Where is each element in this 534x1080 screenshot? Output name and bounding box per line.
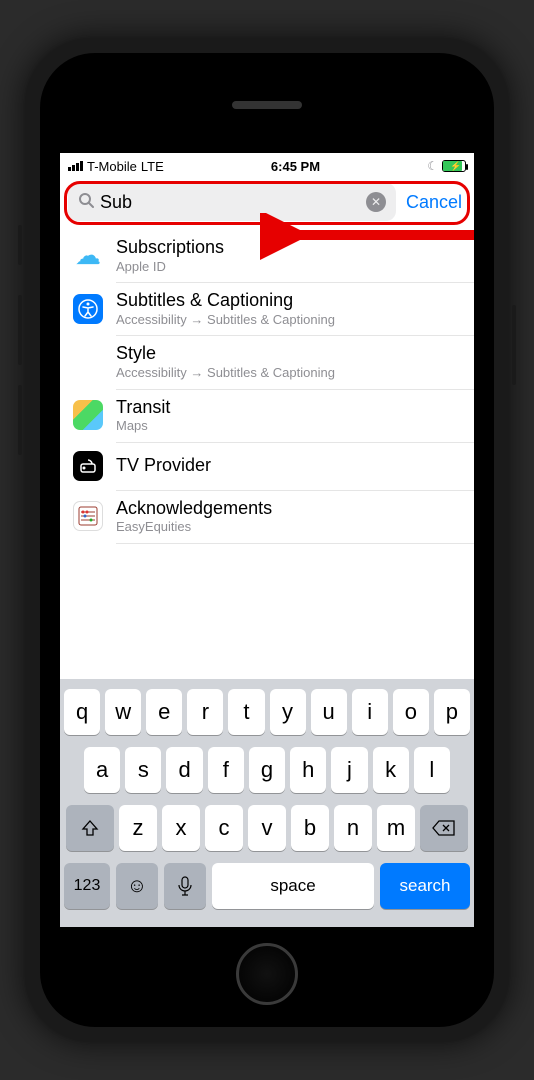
result-transit[interactable]: Transit Maps	[60, 389, 474, 442]
key-h[interactable]: h	[290, 747, 326, 793]
key-space[interactable]: space	[212, 863, 374, 909]
shift-icon	[80, 818, 100, 838]
phone-speaker	[232, 101, 302, 109]
key-search[interactable]: search	[380, 863, 470, 909]
battery-icon: ⚡	[442, 160, 466, 172]
do-not-disturb-icon: ☾	[427, 159, 438, 173]
cloud-icon: ☁	[75, 240, 101, 271]
result-subtitle: Accessibility → Subtitles & Captioning	[116, 312, 335, 328]
result-title: Transit	[116, 397, 170, 419]
key-d[interactable]: d	[166, 747, 202, 793]
result-acknowledgements[interactable]: Acknowledgements EasyEquities	[60, 490, 474, 543]
key-e[interactable]: e	[146, 689, 182, 735]
key-m[interactable]: m	[377, 805, 415, 851]
home-button[interactable]	[236, 943, 298, 1005]
key-shift[interactable]	[66, 805, 114, 851]
key-b[interactable]: b	[291, 805, 329, 851]
key-q[interactable]: q	[64, 689, 100, 735]
key-p[interactable]: p	[434, 689, 470, 735]
result-title: Style	[116, 343, 335, 365]
key-n[interactable]: n	[334, 805, 372, 851]
tv-provider-icon	[73, 451, 103, 481]
result-subscriptions[interactable]: ☁ Subscriptions Apple ID	[60, 229, 474, 282]
keyboard-row-2: a s d f g h j k l	[64, 747, 470, 793]
accessibility-icon	[73, 294, 103, 324]
key-o[interactable]: o	[393, 689, 429, 735]
key-r[interactable]: r	[187, 689, 223, 735]
key-c[interactable]: c	[205, 805, 243, 851]
result-subtitle: Maps	[116, 418, 170, 434]
key-j[interactable]: j	[331, 747, 367, 793]
emoji-icon: ☺	[127, 875, 147, 898]
status-bar: T-Mobile LTE 6:45 PM ☾ ⚡	[60, 153, 474, 179]
key-t[interactable]: t	[228, 689, 264, 735]
result-subtitle: Apple ID	[116, 259, 224, 275]
key-l[interactable]: l	[414, 747, 450, 793]
abacus-icon	[73, 501, 103, 531]
result-title: TV Provider	[116, 455, 211, 477]
search-field[interactable]: ✕	[68, 183, 396, 221]
clear-icon[interactable]: ✕	[366, 192, 386, 212]
key-z[interactable]: z	[119, 805, 157, 851]
network-label: LTE	[141, 159, 164, 174]
result-subtitles-captioning[interactable]: Subtitles & Captioning Accessibility → S…	[60, 282, 474, 335]
cancel-button[interactable]: Cancel	[402, 192, 466, 213]
signal-icon	[68, 161, 83, 171]
clock: 6:45 PM	[271, 159, 320, 174]
keyboard-row-1: q w e r t y u i o p	[64, 689, 470, 735]
key-a[interactable]: a	[84, 747, 120, 793]
carrier-label: T-Mobile	[87, 159, 137, 174]
key-g[interactable]: g	[249, 747, 285, 793]
maps-icon	[73, 400, 103, 430]
key-i[interactable]: i	[352, 689, 388, 735]
key-f[interactable]: f	[208, 747, 244, 793]
keyboard: q w e r t y u i o p a s d f g h	[60, 679, 474, 927]
result-title: Subscriptions	[116, 237, 224, 259]
search-bar-container: ✕ Cancel	[60, 179, 474, 229]
result-title: Acknowledgements	[116, 498, 272, 520]
key-mic[interactable]	[164, 863, 206, 909]
mic-icon	[178, 876, 192, 896]
key-k[interactable]: k	[373, 747, 409, 793]
result-subtitle: EasyEquities	[116, 519, 272, 535]
search-icon	[78, 192, 94, 213]
key-u[interactable]: u	[311, 689, 347, 735]
key-x[interactable]: x	[162, 805, 200, 851]
result-tv-provider[interactable]: TV Provider	[60, 442, 474, 490]
key-s[interactable]: s	[125, 747, 161, 793]
result-style[interactable]: Style Accessibility → Subtitles & Captio…	[60, 335, 474, 388]
backspace-icon	[432, 819, 456, 837]
keyboard-row-3: z x c v b n m	[64, 805, 470, 851]
result-title: Subtitles & Captioning	[116, 290, 335, 312]
keyboard-row-4: 123 ☺ space search	[64, 863, 470, 909]
key-123[interactable]: 123	[64, 863, 110, 909]
key-backspace[interactable]	[420, 805, 468, 851]
key-v[interactable]: v	[248, 805, 286, 851]
blank-icon	[72, 346, 104, 378]
search-input[interactable]	[100, 192, 360, 213]
key-w[interactable]: w	[105, 689, 141, 735]
key-emoji[interactable]: ☺	[116, 863, 158, 909]
search-results: ☁ Subscriptions Apple ID Subtitles & Cap…	[60, 229, 474, 544]
key-y[interactable]: y	[270, 689, 306, 735]
result-subtitle: Accessibility → Subtitles & Captioning	[116, 365, 335, 381]
